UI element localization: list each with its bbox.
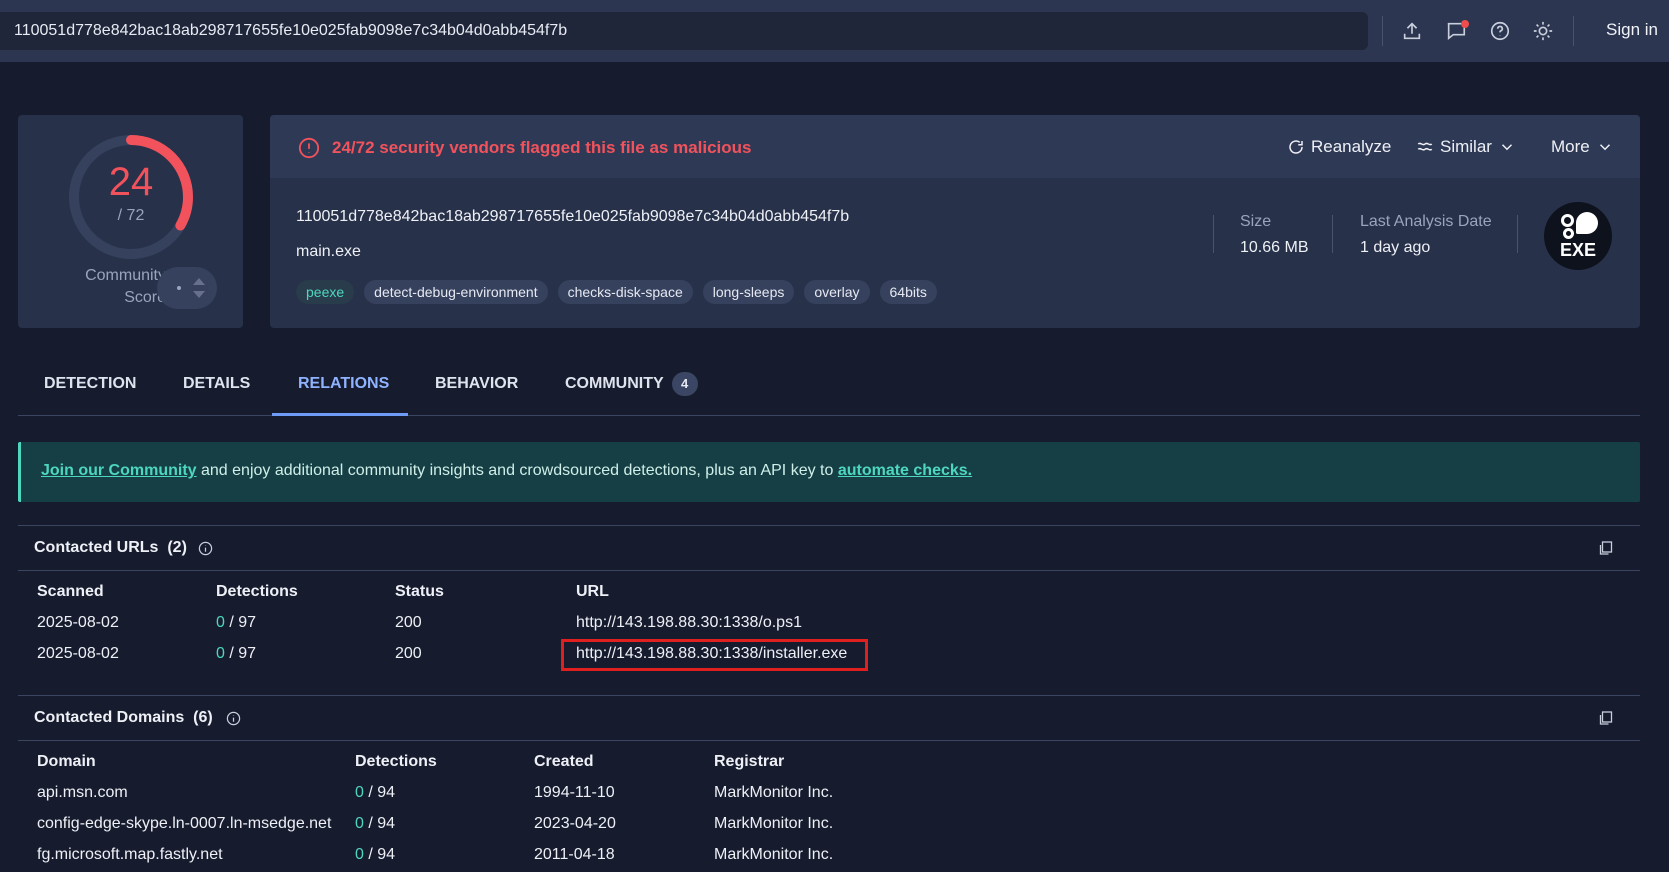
section-header: Contacted URLs (2) — [18, 526, 1640, 571]
column-header-scanned: Scanned — [37, 583, 104, 600]
upload-icon[interactable] — [1397, 16, 1427, 46]
url-row-2-detections: 0 / 97 — [216, 645, 257, 662]
url-row-1-scanned: 2025-08-02 — [37, 614, 119, 631]
domain-row-2-detections: 0 / 94 — [355, 815, 396, 832]
domain-row-2-created: 2023-04-20 — [534, 815, 616, 832]
tab-community[interactable]: COMMUNITY 4 — [565, 372, 698, 396]
url-row-2-status: 200 — [395, 645, 422, 662]
info-icon[interactable] — [226, 711, 241, 726]
banner-text: Join our Community and enjoy additional … — [41, 462, 973, 479]
domain-row-3-registrar: MarkMonitor Inc. — [714, 846, 834, 863]
divider — [1517, 215, 1518, 253]
alert-row: 24/72 security vendors flagged this file… — [270, 115, 1640, 178]
domain-row-1-created: 1994-11-10 — [534, 784, 615, 801]
url-row-2-scanned: 2025-08-02 — [37, 645, 119, 662]
file-name: main.exe — [296, 243, 361, 260]
notification-dot — [1461, 20, 1469, 28]
divider — [1382, 16, 1383, 46]
domain-row-1-detections: 0 / 94 — [355, 784, 396, 801]
contacted-domains-section: Contacted Domains (6) Domain Detections … — [18, 695, 1640, 872]
tag-list: peexe detect-debug-environment checks-disk… — [296, 280, 937, 304]
url-row-1-link[interactable]: http://143.198.88.30:1338/o.ps1 — [576, 614, 802, 632]
alert-circle-icon — [298, 137, 320, 159]
section-title: Contacted URLs (2) — [34, 539, 187, 556]
url-row-1-detections: 0 / 97 — [216, 614, 257, 631]
section-title: Contacted Domains (6) — [34, 709, 213, 726]
copy-icon[interactable] — [1598, 710, 1614, 726]
domain-row-2-name[interactable]: config-edge-skype.ln-0007.ln-msedge.net — [37, 815, 331, 833]
tag-64bits[interactable]: 64bits — [879, 280, 937, 304]
chevron-down-icon — [1501, 144, 1512, 151]
tag-overlay[interactable]: overlay — [804, 280, 870, 304]
tag-peexe[interactable]: peexe — [296, 280, 355, 304]
column-header-status: Status — [395, 583, 444, 600]
divider — [1573, 16, 1574, 46]
info-icon[interactable] — [198, 541, 213, 556]
vote-up-icon[interactable] — [193, 278, 205, 285]
sign-in-link[interactable]: Sign in — [1606, 20, 1658, 40]
last-analysis-label: Last Analysis Date — [1360, 213, 1492, 230]
column-header-registrar: Registrar — [714, 753, 785, 770]
file-hash[interactable]: 110051d778e842bac18ab298717655fe10e025fa… — [296, 208, 849, 226]
tab-relations[interactable]: RELATIONS — [298, 375, 389, 393]
divider — [1332, 215, 1333, 253]
positives-count: 24 — [108, 160, 154, 204]
search-input[interactable] — [14, 22, 1368, 40]
tag-checks-disk-space[interactable]: checks-disk-space — [557, 280, 693, 304]
domain-row-3-created: 2011-04-18 — [534, 846, 615, 863]
more-dropdown[interactable]: More — [1551, 137, 1614, 157]
join-community-link[interactable]: Join our Community — [41, 462, 197, 479]
copy-icon[interactable] — [1598, 540, 1614, 556]
tag-long-sleeps[interactable]: long-sleeps — [702, 280, 795, 304]
community-banner: Join our Community and enjoy additional … — [18, 442, 1640, 502]
search-bar[interactable] — [0, 12, 1368, 50]
exe-file-type-icon: EXE — [1544, 202, 1612, 270]
help-icon[interactable] — [1485, 16, 1515, 46]
top-bar: Sign in — [0, 0, 1669, 62]
column-header-detections: Detections — [216, 583, 298, 600]
similar-dropdown[interactable]: Similar — [1416, 137, 1516, 157]
url-row-1-status: 200 — [395, 614, 422, 631]
automate-checks-link[interactable]: automate checks. — [838, 462, 972, 479]
red-highlight-box — [561, 639, 868, 671]
community-count-badge: 4 — [671, 372, 698, 396]
detection-score-card: 24 / 72 Community Score — [18, 115, 243, 328]
chevron-down-icon — [1599, 144, 1610, 151]
column-header-created: Created — [534, 753, 594, 770]
column-header-detections: Detections — [355, 753, 437, 770]
last-analysis-value: 1 day ago — [1360, 239, 1431, 256]
domain-row-3-name[interactable]: fg.microsoft.map.fastly.net — [37, 846, 223, 864]
size-value: 10.66 MB — [1240, 239, 1309, 256]
domain-row-3-detections: 0 / 94 — [355, 846, 396, 863]
refresh-icon — [1289, 140, 1303, 154]
tab-details[interactable]: DETAILS — [183, 375, 250, 393]
contacted-urls-section: Contacted URLs (2) Scanned Detections St… — [18, 525, 1640, 695]
column-header-url: URL — [576, 583, 609, 600]
section-header: Contacted Domains (6) — [18, 696, 1640, 741]
file-summary-card: 24/72 security vendors flagged this file… — [270, 115, 1640, 328]
domain-row-1-name[interactable]: api.msn.com — [37, 784, 128, 802]
tag-detect-debug-environment[interactable]: detect-debug-environment — [364, 280, 548, 304]
domain-row-2-registrar: MarkMonitor Inc. — [714, 815, 834, 832]
community-score-label: Community Score — [85, 267, 166, 306]
active-tab-indicator — [272, 413, 408, 416]
reanalyze-button[interactable]: Reanalyze — [1287, 137, 1391, 157]
column-header-domain: Domain — [37, 753, 96, 770]
size-label: Size — [1240, 213, 1272, 230]
vote-down-icon[interactable] — [193, 291, 205, 298]
chat-icon[interactable] — [1441, 16, 1471, 46]
tab-detection[interactable]: DETECTION — [44, 375, 136, 393]
tab-behavior[interactable]: BEHAVIOR — [435, 375, 518, 393]
domain-row-1-registrar: MarkMonitor Inc. — [714, 784, 834, 801]
tab-bar: DETECTION DETAILS RELATIONS BEHAVIOR COM… — [18, 360, 1640, 416]
malicious-alert: 24/72 security vendors flagged this file… — [332, 138, 752, 157]
divider — [1213, 215, 1214, 253]
total-engines: / 72 — [117, 207, 145, 224]
community-vote-toggle[interactable] — [157, 267, 217, 309]
theme-sun-icon[interactable] — [1528, 16, 1558, 46]
similar-icon — [1417, 142, 1433, 151]
